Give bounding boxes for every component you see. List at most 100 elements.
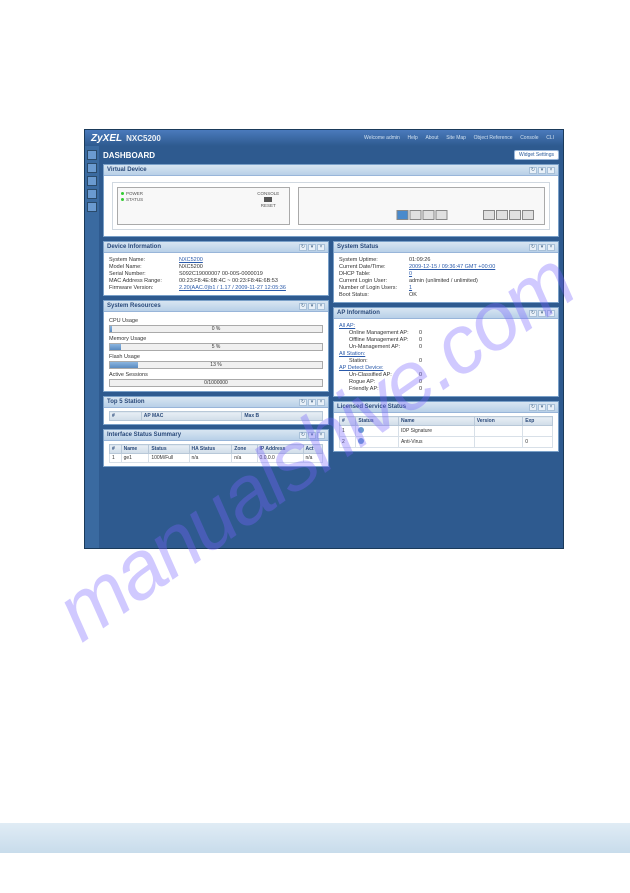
toplink-about[interactable]: About bbox=[425, 135, 438, 141]
panel-collapse-icon[interactable]: ▾ bbox=[308, 399, 316, 406]
col-exp[interactable]: Exp bbox=[523, 417, 553, 426]
allap-link[interactable]: All AP: bbox=[339, 323, 355, 329]
panel-collapse-icon[interactable]: ▾ bbox=[538, 167, 546, 174]
sfp-port-1[interactable] bbox=[483, 210, 495, 220]
col-name[interactable]: Name bbox=[121, 445, 149, 454]
reset-label: RESET bbox=[257, 203, 279, 208]
status-led-icon bbox=[121, 198, 124, 201]
panel-title: AP Information bbox=[337, 310, 528, 316]
panel-refresh-icon[interactable]: ↻ bbox=[299, 432, 307, 439]
nav-icon-2[interactable] bbox=[87, 163, 97, 173]
panel-collapse-icon[interactable]: ▾ bbox=[308, 303, 316, 310]
eth-port-4[interactable] bbox=[435, 210, 447, 220]
panel-system-resources: System Resources↻▾× CPU Usage 0 % Memory… bbox=[103, 300, 329, 392]
panel-refresh-icon[interactable]: ↻ bbox=[299, 244, 307, 251]
dhcp-link[interactable]: 0 bbox=[409, 271, 412, 277]
status-icon bbox=[358, 427, 364, 433]
panel-collapse-icon[interactable]: ▾ bbox=[538, 310, 546, 317]
panel-close-icon[interactable]: × bbox=[317, 399, 325, 406]
col-status[interactable]: Status bbox=[356, 417, 399, 426]
eth-port-3[interactable] bbox=[422, 210, 434, 220]
col-zone[interactable]: Zone bbox=[232, 445, 257, 454]
col-ip[interactable]: IP Address bbox=[257, 445, 303, 454]
nav-icon-4[interactable] bbox=[87, 189, 97, 199]
nav-icon-3[interactable] bbox=[87, 176, 97, 186]
row-label: Online Management AP: bbox=[349, 330, 419, 336]
power-label: POWER bbox=[126, 191, 143, 196]
panel-close-icon[interactable]: × bbox=[547, 310, 555, 317]
panel-refresh-icon[interactable]: ↻ bbox=[529, 310, 537, 317]
system-name-link[interactable]: NXC5200 bbox=[179, 257, 203, 263]
page-title: DASHBOARD bbox=[103, 151, 155, 160]
apdetect-link[interactable]: AP Detect Device: bbox=[339, 365, 384, 371]
nav-icon-1[interactable] bbox=[87, 150, 97, 160]
app-window: ZyXEL NXC5200 Welcome admin Help About S… bbox=[84, 129, 564, 549]
firmware-link[interactable]: 2.20(AAC.0)b1 / 1.17 / 2009-11-27 12:05:… bbox=[179, 285, 286, 291]
panel-refresh-icon[interactable]: ↻ bbox=[529, 244, 537, 251]
panel-refresh-icon[interactable]: ↻ bbox=[529, 167, 537, 174]
panel-collapse-icon[interactable]: ▾ bbox=[308, 432, 316, 439]
sfp-port-4[interactable] bbox=[522, 210, 534, 220]
topbar: ZyXEL NXC5200 Welcome admin Help About S… bbox=[85, 130, 563, 146]
col-version[interactable]: Version bbox=[474, 417, 522, 426]
sfp-port-3[interactable] bbox=[509, 210, 521, 220]
col-num[interactable]: # bbox=[340, 417, 356, 426]
panel-virtual-device: Virtual Device ↻ ▾ × POWER STATUS CONSOL… bbox=[103, 164, 559, 237]
panel-collapse-icon[interactable]: ▾ bbox=[308, 244, 316, 251]
loginusers-link[interactable]: 1 bbox=[409, 285, 412, 291]
toplink-cli[interactable]: CLI bbox=[546, 135, 554, 141]
panel-title: System Resources bbox=[107, 303, 298, 309]
license-table: #StatusNameVersionExp 1IDP Signature 2An… bbox=[339, 416, 553, 448]
allstation-link[interactable]: All Station: bbox=[339, 351, 365, 357]
panel-collapse-icon[interactable]: ▾ bbox=[538, 404, 546, 411]
eth-port-1[interactable] bbox=[396, 210, 408, 220]
col-act[interactable]: Act bbox=[303, 445, 323, 454]
panel-close-icon[interactable]: × bbox=[547, 167, 555, 174]
table-row[interactable]: 2Anti-Virus0 bbox=[340, 437, 553, 448]
table-row[interactable]: 1ge1100M/Fulln/an/a0.0.0.0n/a bbox=[110, 454, 323, 463]
panel-refresh-icon[interactable]: ↻ bbox=[299, 399, 307, 406]
table-row[interactable]: 1IDP Signature bbox=[340, 426, 553, 437]
datetime-link[interactable]: 2009-12-15 / 09:36:47 GMT +00:00 bbox=[409, 264, 495, 270]
toplink-objref[interactable]: Object Reference bbox=[474, 135, 513, 141]
panel-close-icon[interactable]: × bbox=[317, 244, 325, 251]
nav-icon-5[interactable] bbox=[87, 202, 97, 212]
toplink-welcome: Welcome admin bbox=[364, 135, 400, 141]
panel-refresh-icon[interactable]: ↻ bbox=[299, 303, 307, 310]
col-apmac[interactable]: AP MAC bbox=[141, 412, 242, 421]
widget-settings-button[interactable]: Widget Settings bbox=[514, 150, 559, 160]
toplink-sitemap[interactable]: Site Map bbox=[446, 135, 466, 141]
panel-title: Top 5 Station bbox=[107, 399, 298, 405]
panel-collapse-icon[interactable]: ▾ bbox=[538, 244, 546, 251]
sfp-port-2[interactable] bbox=[496, 210, 508, 220]
panel-device-info: Device Information↻▾× System Name:NXC520… bbox=[103, 241, 329, 296]
row-value: 0 bbox=[419, 337, 422, 343]
row-value: 00:23:F8:4E:6B:4C ~ 00:23:F8:4E:6B:53 bbox=[179, 278, 278, 284]
col-name[interactable]: Name bbox=[398, 417, 474, 426]
toplink-console[interactable]: Console bbox=[520, 135, 538, 141]
col-num[interactable]: # bbox=[110, 445, 122, 454]
panel-top5-station: Top 5 Station↻▾× #AP MACMax B bbox=[103, 396, 329, 425]
eth-port-2[interactable] bbox=[409, 210, 421, 220]
toplink-help[interactable]: Help bbox=[407, 135, 417, 141]
row-value: 0 bbox=[419, 386, 422, 392]
panel-close-icon[interactable]: × bbox=[317, 303, 325, 310]
panel-close-icon[interactable]: × bbox=[547, 244, 555, 251]
col-num[interactable]: # bbox=[110, 412, 142, 421]
panel-title: Device Information bbox=[107, 244, 298, 250]
left-iconbar bbox=[85, 146, 99, 548]
flash-label: Flash Usage bbox=[109, 354, 323, 360]
col-hastatus[interactable]: HA Status bbox=[189, 445, 232, 454]
row-value: OK bbox=[409, 292, 417, 298]
panel-close-icon[interactable]: × bbox=[317, 432, 325, 439]
row-label: Rogue AP: bbox=[349, 379, 419, 385]
panel-refresh-icon[interactable]: ↻ bbox=[529, 404, 537, 411]
brand-logo: ZyXEL bbox=[91, 133, 122, 144]
col-maxb[interactable]: Max B bbox=[242, 412, 323, 421]
panel-close-icon[interactable]: × bbox=[547, 404, 555, 411]
sess-bar: 0/1000000 bbox=[109, 379, 323, 387]
row-label: Friendly AP: bbox=[349, 386, 419, 392]
row-label: Un-Classified AP: bbox=[349, 372, 419, 378]
row-label: Current Login User: bbox=[339, 278, 409, 284]
col-status[interactable]: Status bbox=[149, 445, 189, 454]
